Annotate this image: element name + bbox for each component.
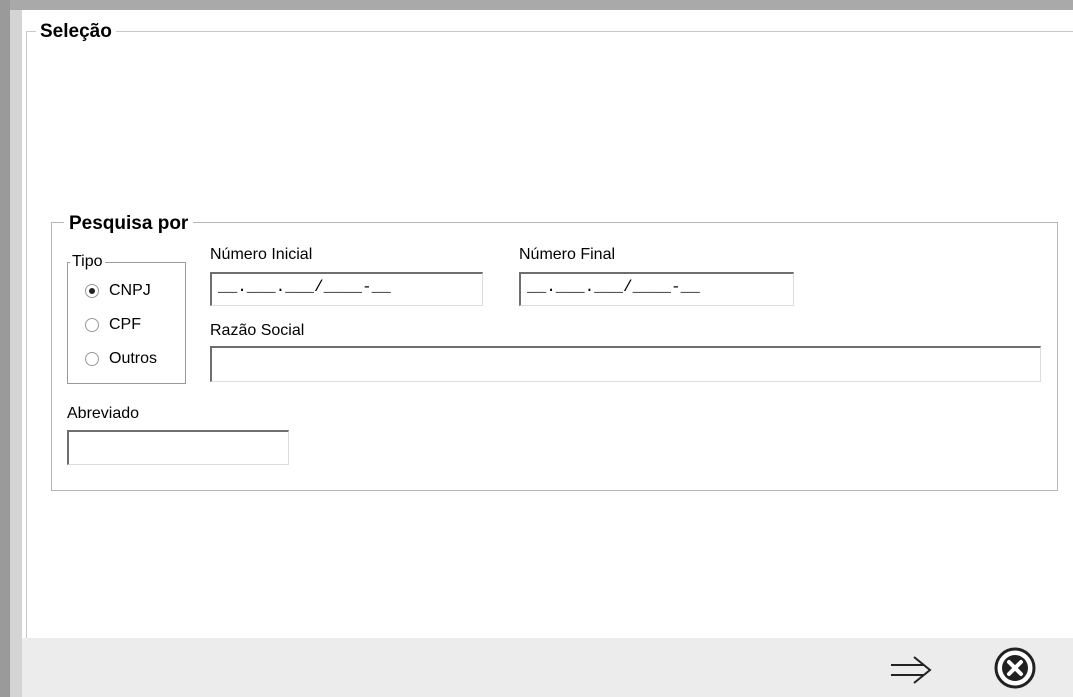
- radio-cpf-label: CPF: [109, 316, 141, 333]
- selecao-title: Seleção: [36, 21, 116, 43]
- abreviado-label: Abreviado: [67, 405, 140, 422]
- radio-outros-indicator[interactable]: [85, 352, 99, 366]
- razao-social-input[interactable]: [210, 346, 1041, 382]
- arrow-right-icon: [891, 656, 932, 684]
- window-top-border: [0, 0, 1073, 10]
- numero-final-input[interactable]: __.___.___/____-__: [519, 272, 794, 306]
- radio-outros[interactable]: Outros: [85, 350, 157, 368]
- radio-cpf-indicator[interactable]: [85, 318, 99, 332]
- radio-cnpj-label: CNPJ: [109, 282, 151, 299]
- radio-outros-label: Outros: [109, 350, 158, 367]
- close-button[interactable]: [990, 643, 1040, 693]
- radio-cnpj[interactable]: CNPJ: [85, 282, 151, 300]
- numero-inicial-input[interactable]: __.___.___/____-__: [210, 272, 483, 306]
- radio-cpf[interactable]: CPF: [85, 316, 141, 334]
- tipo-label: Tipo: [70, 253, 105, 271]
- window-left-border-inner: [10, 10, 22, 697]
- radio-cnpj-indicator[interactable]: [85, 284, 99, 298]
- numero-inicial-label: Número Inicial: [210, 246, 313, 263]
- window-left-border: [0, 0, 10, 697]
- razao-social-label: Razão Social: [210, 322, 305, 339]
- close-circle-icon: [994, 647, 1036, 689]
- pesquisa-title: Pesquisa por: [64, 213, 194, 235]
- numero-final-label: Número Final: [519, 246, 616, 263]
- abreviado-input[interactable]: [67, 430, 289, 465]
- next-button[interactable]: [885, 650, 937, 690]
